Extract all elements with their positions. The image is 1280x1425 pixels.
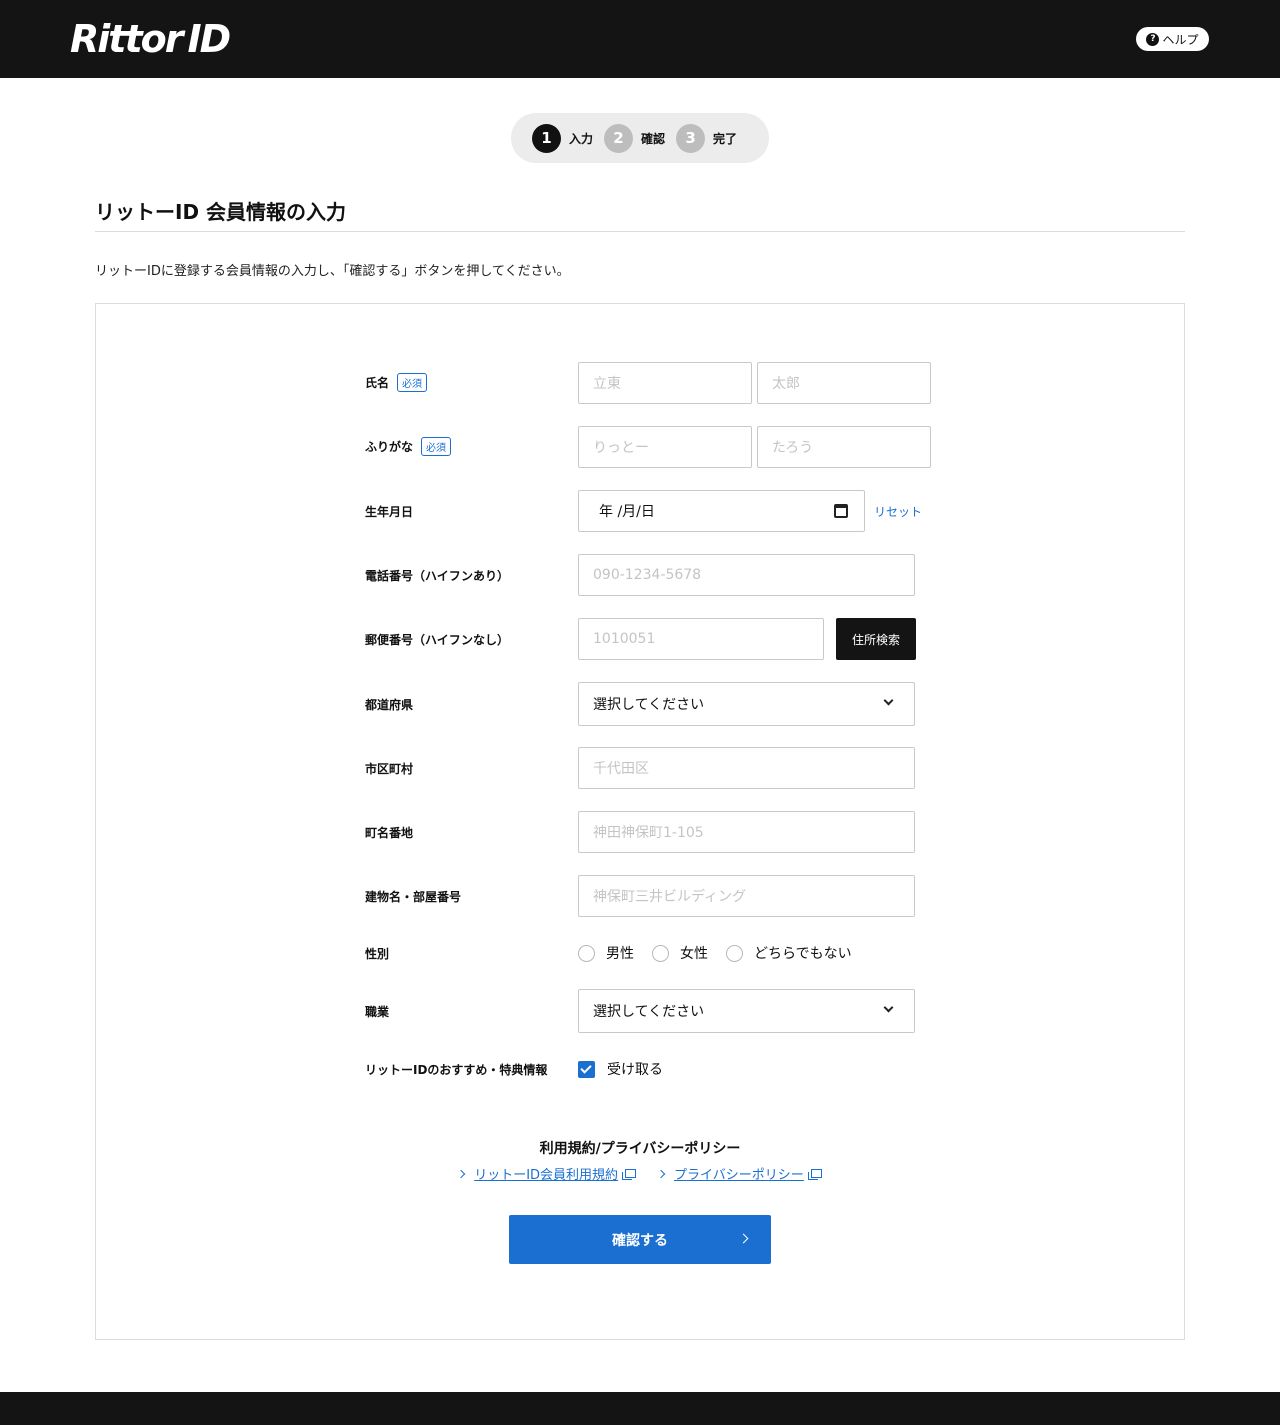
first-name-input[interactable]: 太郎 xyxy=(757,362,931,404)
chevron-right-icon xyxy=(656,1169,666,1178)
first-name-kana-input[interactable]: たろう xyxy=(757,426,931,468)
gender-male-radio[interactable]: 男性 xyxy=(578,943,634,963)
kana-row: ふりがな 必須 りっとー たろう xyxy=(365,426,931,468)
terms-links: リットーID会員利用規約 プライバシーポリシー xyxy=(0,1164,1280,1183)
logo-id-text: ID xyxy=(187,17,231,61)
street-input[interactable]: 神田神保町1-105 xyxy=(578,811,915,853)
postal-label: 郵便番号（ハイフンなし） xyxy=(365,633,510,647)
external-link-icon xyxy=(622,1169,637,1180)
kana-label: ふりがな 必須 xyxy=(365,437,452,456)
gender-female-radio[interactable]: 女性 xyxy=(652,943,708,963)
address-search-button[interactable]: 住所検索 xyxy=(836,618,916,660)
help-icon: ? xyxy=(1146,32,1160,46)
postal-code-input[interactable]: 1010051 xyxy=(578,618,824,660)
name-row: 氏名 必須 立東 太郎 xyxy=(365,362,931,404)
city-input[interactable]: 千代田区 xyxy=(578,747,915,789)
prefecture-select[interactable]: 選択してください xyxy=(578,682,915,726)
city-label: 市区町村 xyxy=(365,762,414,776)
phone-label: 電話番号（ハイフンあり） xyxy=(365,569,510,583)
privacy-policy-link-text: プライバシーポリシー xyxy=(674,1168,804,1183)
step-label: 入力 xyxy=(569,131,594,146)
title-divider xyxy=(95,231,1185,232)
step-input: 1 入力 xyxy=(532,123,594,153)
required-badge: 必須 xyxy=(421,437,452,456)
help-button[interactable]: ? ヘルプ xyxy=(1136,27,1209,51)
birthday-reset-link[interactable]: リセット xyxy=(874,503,922,520)
progress-stepper: 1 入力 2 確認 3 完了 xyxy=(511,113,769,163)
step-complete: 3 完了 xyxy=(676,123,738,153)
step-number: 2 xyxy=(604,123,634,153)
gender-label: 性別 xyxy=(365,947,390,961)
radio-circle[interactable] xyxy=(578,944,595,962)
site-footer xyxy=(0,1392,1280,1425)
birthday-row: 生年月日 年 /月/日 リセット xyxy=(365,490,925,532)
site-header: Rittor ID ? ヘルプ xyxy=(0,0,1280,78)
occupation-select[interactable]: 選択してください xyxy=(578,989,915,1033)
chevron-down-icon xyxy=(883,1002,894,1013)
name-label-text: 氏名 xyxy=(365,376,390,390)
birthday-label: 生年月日 xyxy=(365,505,414,519)
last-name-input[interactable]: 立東 xyxy=(578,362,752,404)
step-label: 確認 xyxy=(641,131,666,146)
last-name-kana-input[interactable]: りっとー xyxy=(578,426,752,468)
newsletter-checkbox[interactable] xyxy=(578,1060,595,1078)
logo-text: Rittor xyxy=(70,17,183,61)
radio-label: 女性 xyxy=(680,946,708,962)
required-badge: 必須 xyxy=(397,373,428,392)
gender-other-radio[interactable]: どちらでもない xyxy=(726,943,852,963)
external-link-icon xyxy=(807,1169,822,1180)
newsletter-row: リットーIDのおすすめ・特典情報 受け取る xyxy=(365,1059,925,1079)
step-label: 完了 xyxy=(713,131,738,146)
privacy-policy-link[interactable]: プライバシーポリシー xyxy=(656,1164,822,1183)
building-label: 建物名・部屋番号 xyxy=(365,890,462,904)
city-row: 市区町村 千代田区 xyxy=(365,747,925,789)
radio-circle[interactable] xyxy=(726,944,743,962)
member-terms-link[interactable]: リットーID会員利用規約 xyxy=(456,1164,637,1183)
newsletter-label: リットーIDのおすすめ・特典情報 xyxy=(365,1063,548,1077)
postal-row: 郵便番号（ハイフンなし） 1010051 住所検索 xyxy=(365,618,925,660)
calendar-icon[interactable] xyxy=(834,504,848,518)
rittor-id-logo[interactable]: Rittor ID xyxy=(70,14,231,64)
name-label: 氏名 必須 xyxy=(365,373,428,392)
chevron-right-icon xyxy=(738,1233,749,1244)
occupation-row: 職業 選択してください xyxy=(365,989,925,1033)
page-title: リットーID 会員情報の入力 xyxy=(95,200,347,224)
radio-label: どちらでもない xyxy=(754,946,852,962)
radio-label: 男性 xyxy=(606,946,634,962)
street-row: 町名番地 神田神保町1-105 xyxy=(365,811,925,853)
birthday-value: 年 /月/日 xyxy=(599,504,655,520)
phone-input[interactable]: 090-1234-5678 xyxy=(578,554,915,596)
newsletter-checkbox-wrap[interactable]: 受け取る xyxy=(578,1059,663,1079)
terms-title: 利用規約/プライバシーポリシー xyxy=(539,1141,741,1157)
member-terms-link-text: リットーID会員利用規約 xyxy=(474,1168,619,1183)
occupation-selected-value: 選択してください xyxy=(593,1004,705,1020)
kana-label-text: ふりがな xyxy=(365,440,414,454)
occupation-label: 職業 xyxy=(365,1005,390,1019)
radio-circle[interactable] xyxy=(652,944,669,962)
chevron-down-icon xyxy=(883,695,894,706)
step-number: 1 xyxy=(532,123,561,153)
building-input[interactable]: 神保町三井ビルディング xyxy=(578,875,915,917)
prefecture-label: 都道府県 xyxy=(365,698,414,712)
prefecture-row: 都道府県 選択してください xyxy=(365,682,925,726)
newsletter-checkbox-label: 受け取る xyxy=(607,1062,663,1078)
confirm-submit-button[interactable]: 確認する xyxy=(509,1215,771,1264)
street-label: 町名番地 xyxy=(365,826,414,840)
building-row: 建物名・部屋番号 神保町三井ビルディング xyxy=(365,875,925,917)
step-number: 3 xyxy=(676,123,706,153)
gender-row: 性別 男性 女性 どちらでもない xyxy=(365,943,925,963)
page-lead-text: リットーIDに登録する会員情報の入力し、「確認する」ボタンを押してください。 xyxy=(95,264,570,279)
prefecture-selected-value: 選択してください xyxy=(593,697,705,713)
phone-row: 電話番号（ハイフンあり） 090-1234-5678 xyxy=(365,554,925,596)
gender-radio-group: 男性 女性 どちらでもない xyxy=(578,943,870,963)
birthday-date-input[interactable]: 年 /月/日 xyxy=(578,490,865,532)
step-confirm: 2 確認 xyxy=(604,123,666,153)
confirm-submit-label: 確認する xyxy=(612,1232,668,1249)
chevron-right-icon xyxy=(456,1169,466,1178)
help-label: ヘルプ xyxy=(1162,32,1199,47)
